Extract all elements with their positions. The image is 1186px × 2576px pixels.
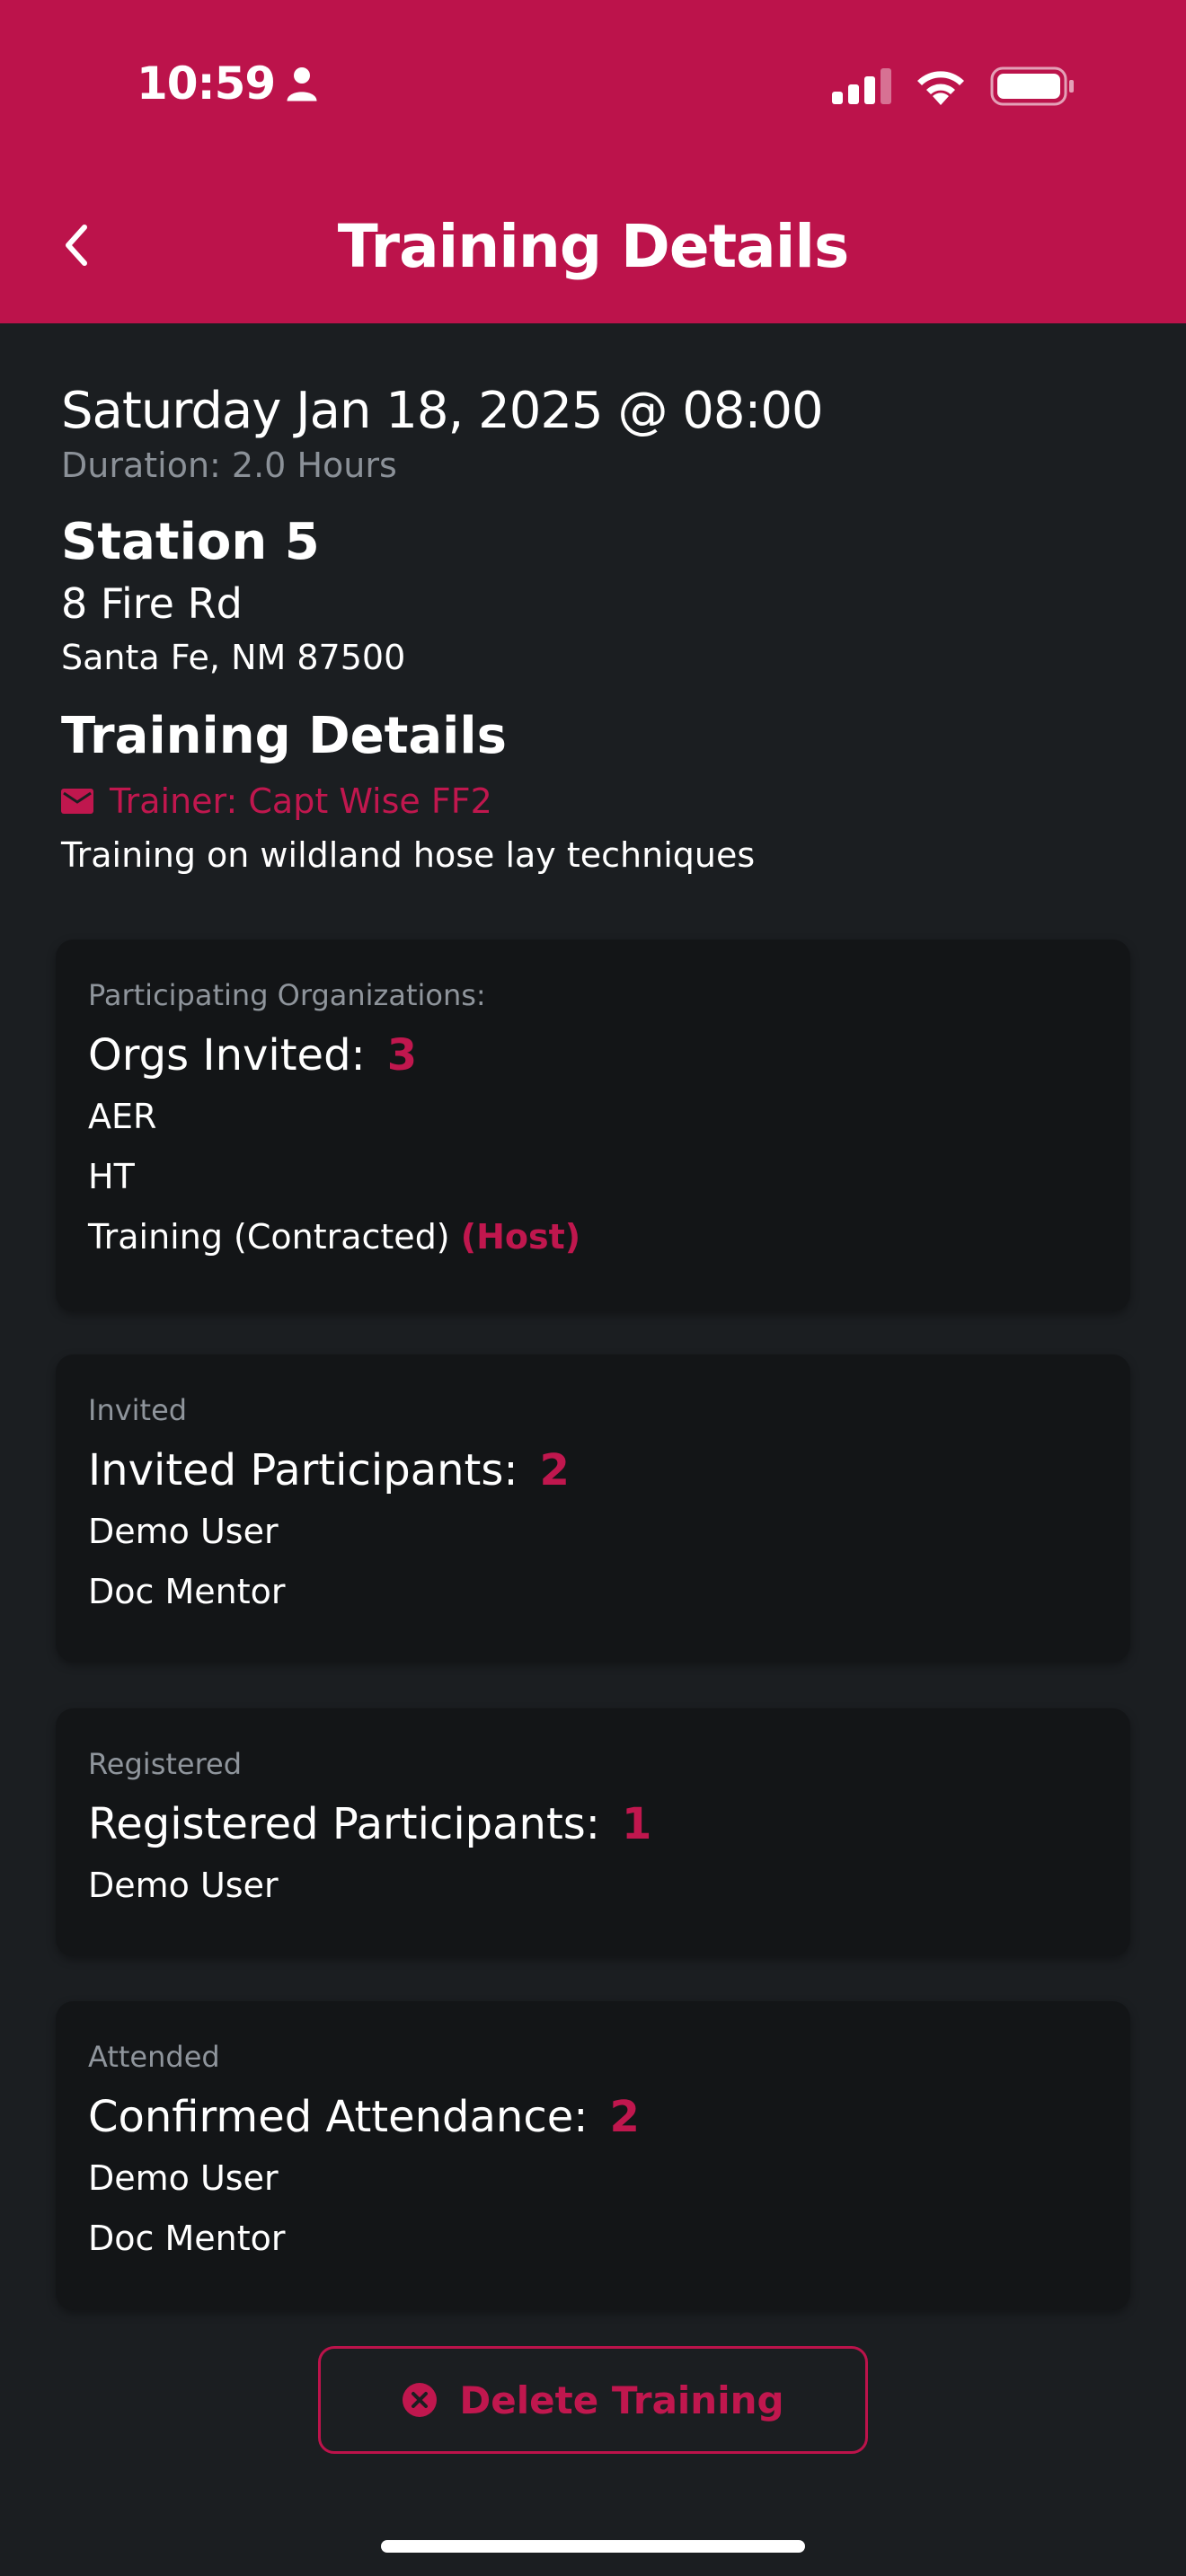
invited-card: Invited Invited Participants: 2 Demo Use… <box>56 1354 1130 1662</box>
training-datetime: Saturday Jan 18, 2025 @ 08:00 <box>61 382 824 440</box>
orgs-count: 3 <box>386 1030 418 1081</box>
app-header: 10:59 Training Details <box>0 0 1186 323</box>
list-item: Doc Mentor <box>88 1572 286 1611</box>
registered-count: 1 <box>621 1799 652 1849</box>
card-title: Registered Participants: 1 <box>88 1793 1098 1856</box>
registered-card: Registered Registered Participants: 1 De… <box>56 1708 1130 1956</box>
delete-button-label: Delete Training <box>459 2378 784 2422</box>
card-label: Attended <box>88 2040 220 2074</box>
list-item: Demo User <box>88 2158 279 2198</box>
attended-card: Attended Confirmed Attendance: 2 Demo Us… <box>56 2001 1130 2310</box>
list-item: AER <box>88 1097 157 1136</box>
card-title-text: Registered Participants: <box>88 1799 600 1849</box>
close-circle-icon <box>403 2383 438 2417</box>
card-title-text: Invited Participants: <box>88 1445 518 1495</box>
training-summary: Saturday Jan 18, 2025 @ 08:00 Duration: … <box>61 377 1130 880</box>
wifi-icon <box>917 71 964 105</box>
orgs-card: Participating Organizations: Orgs Invite… <box>56 940 1130 1311</box>
org-name: Training (Contracted) <box>88 1217 450 1257</box>
home-indicator[interactable] <box>381 2540 805 2553</box>
mail-icon <box>61 789 93 814</box>
person-icon <box>287 67 317 101</box>
list-item: Demo User <box>88 1866 279 1905</box>
attended-count: 2 <box>609 2092 640 2142</box>
station-city: Santa Fe, NM 87500 <box>61 638 406 677</box>
card-title-text: Confirmed Attendance: <box>88 2092 589 2142</box>
card-label: Invited <box>88 1393 188 1427</box>
list-item: Doc Mentor <box>88 2219 286 2258</box>
host-tag: (Host) <box>460 1217 581 1257</box>
card-label: Registered <box>88 1747 243 1781</box>
status-time-text: 10:59 <box>137 57 276 110</box>
delete-training-button[interactable]: Delete Training <box>318 2346 868 2454</box>
status-icons <box>832 66 1075 106</box>
card-title: Invited Participants: 2 <box>88 1439 1098 1502</box>
signal-icon <box>832 68 891 104</box>
card-title-text: Orgs Invited: <box>88 1030 366 1081</box>
training-description: Training on wildland hose lay techniques <box>61 835 756 875</box>
trainer-text: Trainer: Capt Wise FF2 <box>110 781 492 821</box>
page-title: Training Details <box>337 212 849 281</box>
card-title: Confirmed Attendance: 2 <box>88 2086 1098 2148</box>
invited-count: 2 <box>539 1445 570 1495</box>
list-item: HT <box>88 1157 135 1196</box>
card-label: Participating Organizations: <box>88 978 486 1012</box>
trainer-link[interactable]: Trainer: Capt Wise FF2 <box>61 776 1130 826</box>
status-time: 10:59 <box>137 57 318 110</box>
battery-icon <box>990 66 1074 106</box>
list-item: Demo User <box>88 1512 279 1551</box>
list-item-host: Training (Contracted) (Host) <box>88 1207 1098 1267</box>
card-title: Orgs Invited: 3 <box>88 1024 1098 1087</box>
details-heading: Training Details <box>61 707 507 765</box>
station-street: 8 Fire Rd <box>61 579 243 628</box>
training-duration: Duration: 2.0 Hours <box>61 446 397 485</box>
station-name: Station 5 <box>61 513 320 571</box>
